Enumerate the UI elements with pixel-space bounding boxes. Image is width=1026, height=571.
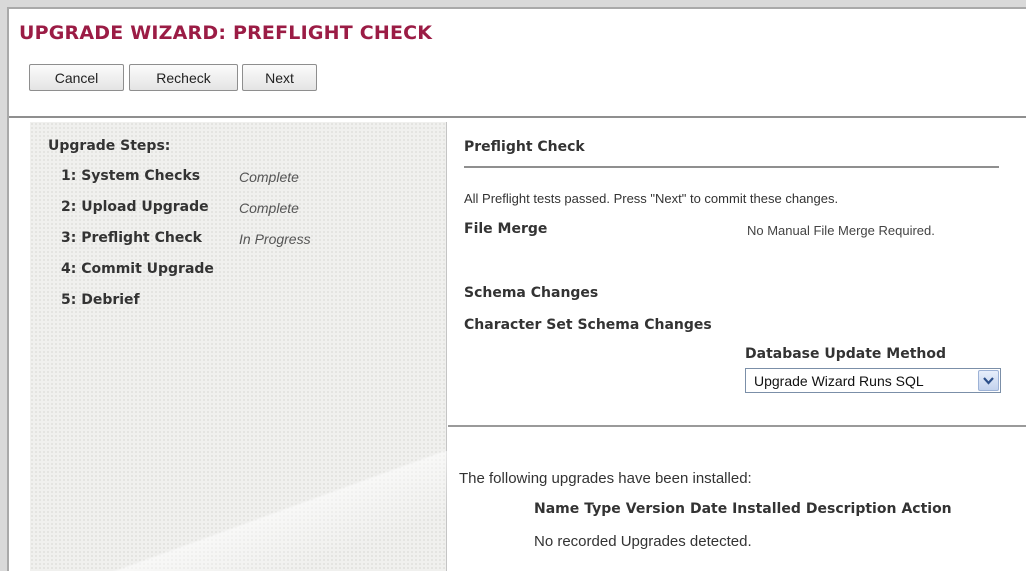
section-separator: [448, 425, 1026, 427]
db-update-method-value: Upgrade Wizard Runs SQL: [754, 373, 924, 389]
column-header: Date Installed: [689, 501, 801, 517]
installed-upgrades-header: Name Type Version Date Installed Descrip…: [534, 501, 952, 517]
step-status: In Progress: [239, 231, 311, 247]
upgrade-steps-panel: Upgrade Steps: 1: System Checks Complete…: [30, 122, 447, 571]
file-merge-value: No Manual File Merge Required.: [747, 223, 935, 238]
title-divider: [9, 116, 1026, 118]
column-header: Type: [584, 501, 621, 517]
next-button[interactable]: Next: [242, 64, 317, 91]
step-status: Complete: [239, 169, 299, 185]
file-merge-label: File Merge: [464, 221, 548, 237]
preflight-panel: Preflight Check All Preflight tests pass…: [448, 122, 1026, 571]
db-update-method-select[interactable]: Upgrade Wizard Runs SQL: [745, 368, 1001, 393]
recheck-button[interactable]: Recheck: [129, 64, 238, 91]
db-update-method-label: Database Update Method: [745, 346, 947, 362]
step-label: 2: Upload Upgrade: [61, 199, 209, 215]
status-message: All Preflight tests passed. Press "Next"…: [464, 191, 839, 206]
section-title: Preflight Check: [464, 139, 585, 155]
steps-heading: Upgrade Steps:: [48, 138, 171, 154]
step-label: 1: System Checks: [61, 168, 201, 184]
section-divider: [464, 166, 999, 168]
cancel-button[interactable]: Cancel: [29, 64, 124, 91]
step-status: Complete: [239, 200, 299, 216]
schema-changes-label: Schema Changes: [464, 285, 599, 301]
page-title: UPGRADE WIZARD: PREFLIGHT CHECK: [19, 22, 433, 44]
column-header: Version: [625, 501, 685, 517]
empty-upgrades-message: No recorded Upgrades detected.: [534, 533, 752, 550]
step-label: 5: Debrief: [61, 292, 140, 308]
installed-upgrades-message: The following upgrades have been install…: [459, 470, 752, 487]
step-label: 3: Preflight Check: [61, 230, 202, 246]
column-header: Description: [805, 501, 897, 517]
charset-schema-changes-label: Character Set Schema Changes: [464, 317, 712, 333]
column-header: Action: [901, 501, 952, 517]
column-header: Name: [534, 501, 580, 517]
panel-background-graphic: [30, 451, 447, 571]
chevron-down-icon[interactable]: [978, 370, 999, 391]
step-label: 4: Commit Upgrade: [61, 261, 214, 277]
